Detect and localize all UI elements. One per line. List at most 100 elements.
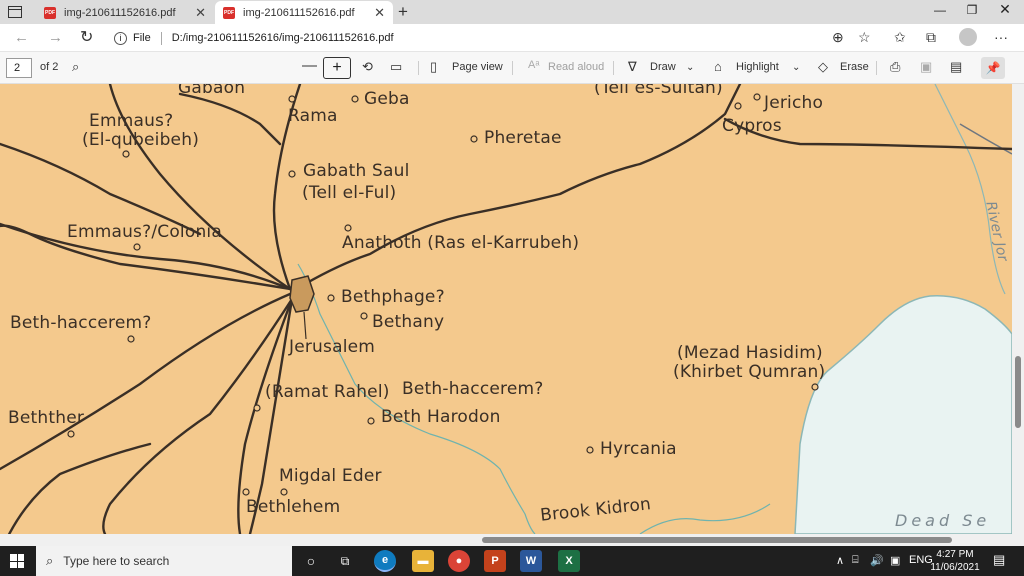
- refresh-icon[interactable]: ↻: [80, 27, 93, 47]
- clock[interactable]: 4:27 PM 11/06/2021: [930, 548, 980, 574]
- show-hidden-icons-icon[interactable]: ∧: [836, 554, 844, 567]
- horizontal-scrollbar[interactable]: [0, 534, 1024, 546]
- zoom-in-button[interactable]: +: [323, 57, 351, 79]
- network-icon[interactable]: ⌸: [852, 554, 859, 567]
- page-total: of 2: [40, 61, 59, 73]
- print-icon[interactable]: ⎙: [890, 59, 900, 75]
- place-emmaus-colonia: Emmaus?/Colonia: [67, 222, 222, 242]
- pdf-toolbar: 2 of 2 ⌕ — + ⟲ ▭ ▯ Page view Aᵃ Read alo…: [0, 52, 1024, 84]
- horizontal-scroll-thumb[interactable]: [482, 537, 952, 543]
- display-icon[interactable]: ▣: [890, 554, 900, 567]
- place-cypros: Cypros: [722, 116, 782, 136]
- tab-actions-button[interactable]: [6, 4, 24, 20]
- place-pheretae: Pheretae: [484, 128, 562, 148]
- page-view-icon[interactable]: ▯: [430, 59, 437, 75]
- file-explorer-icon[interactable]: ▬: [412, 550, 434, 572]
- place-emmaus: Emmaus?: [89, 111, 174, 131]
- close-tab-icon[interactable]: ✕: [374, 5, 385, 21]
- zoom-icon[interactable]: ⊕: [832, 29, 844, 46]
- close-tab-icon[interactable]: ✕: [195, 5, 206, 21]
- forward-arrow-icon[interactable]: →: [48, 29, 63, 46]
- place-el-qubeibeh: (El-qubeibeh): [82, 130, 200, 150]
- save-icon[interactable]: ▣: [920, 59, 932, 75]
- read-aloud-icon[interactable]: Aᵃ: [528, 59, 539, 71]
- tab-actions-icon: [8, 6, 22, 18]
- pdf-map-view[interactable]: Gabaon Rama Geba (Tell es-Sultan) Jerich…: [0, 84, 1012, 534]
- tab-pdf-1[interactable]: PDF img-210611152616.pdf ✕: [36, 1, 214, 24]
- pin-toolbar-button[interactable]: 📌: [981, 57, 1005, 79]
- taskbar-search[interactable]: ⌕ Type here to search: [36, 546, 292, 576]
- place-khirbet-qumran: (Khirbet Qumran): [673, 362, 826, 382]
- place-tell-el-ful: (Tell el-Ful): [302, 183, 397, 203]
- place-mezad-hasidim: (Mezad Hasidim): [677, 343, 823, 363]
- page-view-button[interactable]: Page view: [452, 61, 503, 73]
- windows-start-icon[interactable]: [10, 554, 24, 568]
- place-bethany: Bethany: [372, 312, 445, 332]
- place-bethphage: Bethphage?: [341, 287, 445, 307]
- tab-pdf-2[interactable]: PDF img-210611152616.pdf ✕: [215, 1, 393, 24]
- place-tell-es-sultan: (Tell es-Sultan): [594, 84, 723, 98]
- rotate-icon[interactable]: ⟲: [362, 59, 373, 75]
- address-bar: ← → ↻ i File D:/img-210611152616/img-210…: [0, 24, 1024, 52]
- draw-button[interactable]: Draw: [650, 61, 676, 73]
- info-icon[interactable]: i: [114, 31, 127, 45]
- highlight-icon[interactable]: ⌂: [714, 59, 722, 74]
- highlight-button[interactable]: Highlight: [736, 61, 779, 73]
- powerpoint-icon[interactable]: P: [484, 550, 506, 572]
- url-divider: [160, 31, 162, 45]
- vertical-scroll-thumb[interactable]: [1015, 356, 1021, 428]
- clock-date: 11/06/2021: [930, 562, 980, 573]
- eraser-icon[interactable]: ◇: [818, 59, 828, 75]
- clock-time: 4:27 PM: [936, 549, 974, 560]
- place-geba: Geba: [364, 89, 410, 109]
- chevron-down-icon[interactable]: ⌄: [686, 62, 694, 73]
- zoom-out-icon[interactable]: —: [302, 57, 317, 74]
- chrome-icon[interactable]: ●: [448, 550, 470, 572]
- restore-button[interactable]: ❐: [957, 3, 987, 17]
- erase-button[interactable]: Erase: [840, 61, 869, 73]
- minimize-button[interactable]: —: [925, 3, 955, 17]
- page-number-input[interactable]: 2: [6, 58, 32, 78]
- place-beth-haccerem-2: Beth-haccerem?: [402, 379, 544, 399]
- vertical-scrollbar[interactable]: [1012, 84, 1024, 534]
- kidron-brook-east: [639, 503, 771, 534]
- save-as-icon[interactable]: ▤: [950, 59, 962, 75]
- close-window-button[interactable]: ✕: [990, 1, 1020, 18]
- toolbar-divider: [512, 61, 513, 75]
- read-aloud-button[interactable]: Read aloud: [548, 61, 604, 73]
- volume-icon[interactable]: 🔊: [870, 554, 884, 567]
- place-dead-sea: Dead Se: [895, 511, 991, 530]
- collections-icon[interactable]: ⧉: [926, 29, 936, 46]
- place-gabath-saul: Gabath Saul: [303, 161, 410, 181]
- notifications-icon[interactable]: ▤: [993, 552, 1005, 568]
- place-ramat-rahel: (Ramat Rahel): [265, 382, 390, 402]
- draw-icon[interactable]: ∇: [628, 59, 637, 75]
- more-menu-icon[interactable]: ···: [994, 29, 1008, 45]
- jerusalem-walls: [289, 275, 315, 313]
- excel-icon[interactable]: X: [558, 550, 580, 572]
- new-tab-button[interactable]: +: [398, 2, 408, 22]
- back-arrow-icon[interactable]: ←: [14, 29, 29, 46]
- place-migdal-eder: Migdal Eder: [279, 466, 382, 486]
- search-icon: ⌕: [46, 553, 54, 568]
- search-icon[interactable]: ⌕: [72, 59, 79, 75]
- place-jerusalem: Jerusalem: [289, 337, 376, 357]
- favorites-list-icon[interactable]: ✩: [894, 29, 906, 46]
- pin-icon: 📌: [985, 61, 1001, 75]
- fit-page-icon[interactable]: ▭: [390, 59, 402, 75]
- favorite-star-icon[interactable]: ☆: [858, 29, 871, 46]
- edge-browser-icon[interactable]: e: [374, 550, 396, 572]
- url-field[interactable]: i File D:/img-210611152616/img-210611152…: [104, 27, 876, 49]
- place-beth-harodon: Beth Harodon: [381, 407, 501, 427]
- chevron-down-icon[interactable]: ⌄: [792, 62, 800, 73]
- tab-bar: PDF img-210611152616.pdf ✕ PDF img-21061…: [0, 0, 1024, 24]
- place-jericho: Jericho: [764, 93, 824, 113]
- profile-avatar[interactable]: [959, 28, 977, 46]
- cortana-icon[interactable]: ○: [300, 550, 322, 572]
- place-gabaon: Gabaon: [178, 84, 246, 98]
- task-view-icon[interactable]: ⧉: [334, 550, 356, 572]
- place-anathoth: Anathoth (Ras el-Karrubeh): [342, 233, 580, 253]
- word-icon[interactable]: W: [520, 550, 542, 572]
- place-beth-haccerem: Beth-haccerem?: [10, 313, 152, 333]
- tab-title: img-210611152616.pdf: [64, 6, 176, 19]
